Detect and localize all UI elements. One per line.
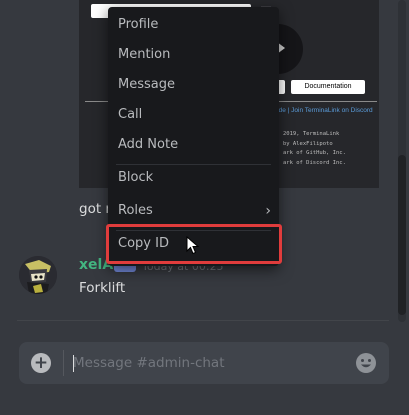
embed-documentation-button: Documentation (291, 80, 365, 94)
emoji-icon[interactable] (355, 352, 377, 374)
chevron-right-icon: › (265, 203, 271, 219)
scrollbar-thumb[interactable] (398, 155, 406, 315)
message-text: Forklift (79, 280, 126, 296)
message-input[interactable] (73, 342, 343, 384)
menu-item-call[interactable]: Call (108, 100, 279, 130)
embed-legal-text: 2019, TerminaLink by AlexFilipoto ark of… (283, 130, 346, 168)
legal-line: ark of Discord Inc. (283, 159, 346, 166)
chat-divider (17, 320, 389, 321)
message-composer: + (19, 342, 389, 384)
add-attachment-button[interactable]: + (31, 353, 51, 373)
menu-item-block[interactable]: Block (108, 163, 279, 193)
smile-icon (356, 353, 376, 373)
avatar-image (19, 256, 57, 294)
menu-item-add-note[interactable]: Add Note (108, 130, 279, 160)
menu-item-roles-label: Roles (118, 203, 153, 218)
embed-links: ode | Join TerminaLink on Discord (275, 107, 373, 114)
avatar[interactable] (19, 256, 57, 294)
legal-line: 2019, TerminaLink (283, 131, 340, 137)
legal-line: by AlexFilipoto (283, 140, 333, 147)
mouse-cursor-icon (186, 235, 200, 256)
menu-item-profile[interactable]: Profile (108, 10, 279, 40)
legal-line: ark of GitHub, Inc. (283, 150, 346, 156)
menu-item-roles[interactable]: Roles › (108, 196, 279, 226)
text-caret (73, 355, 74, 372)
composer-separator (63, 350, 64, 376)
menu-item-mention[interactable]: Mention (108, 40, 279, 70)
menu-item-message[interactable]: Message (108, 70, 279, 100)
